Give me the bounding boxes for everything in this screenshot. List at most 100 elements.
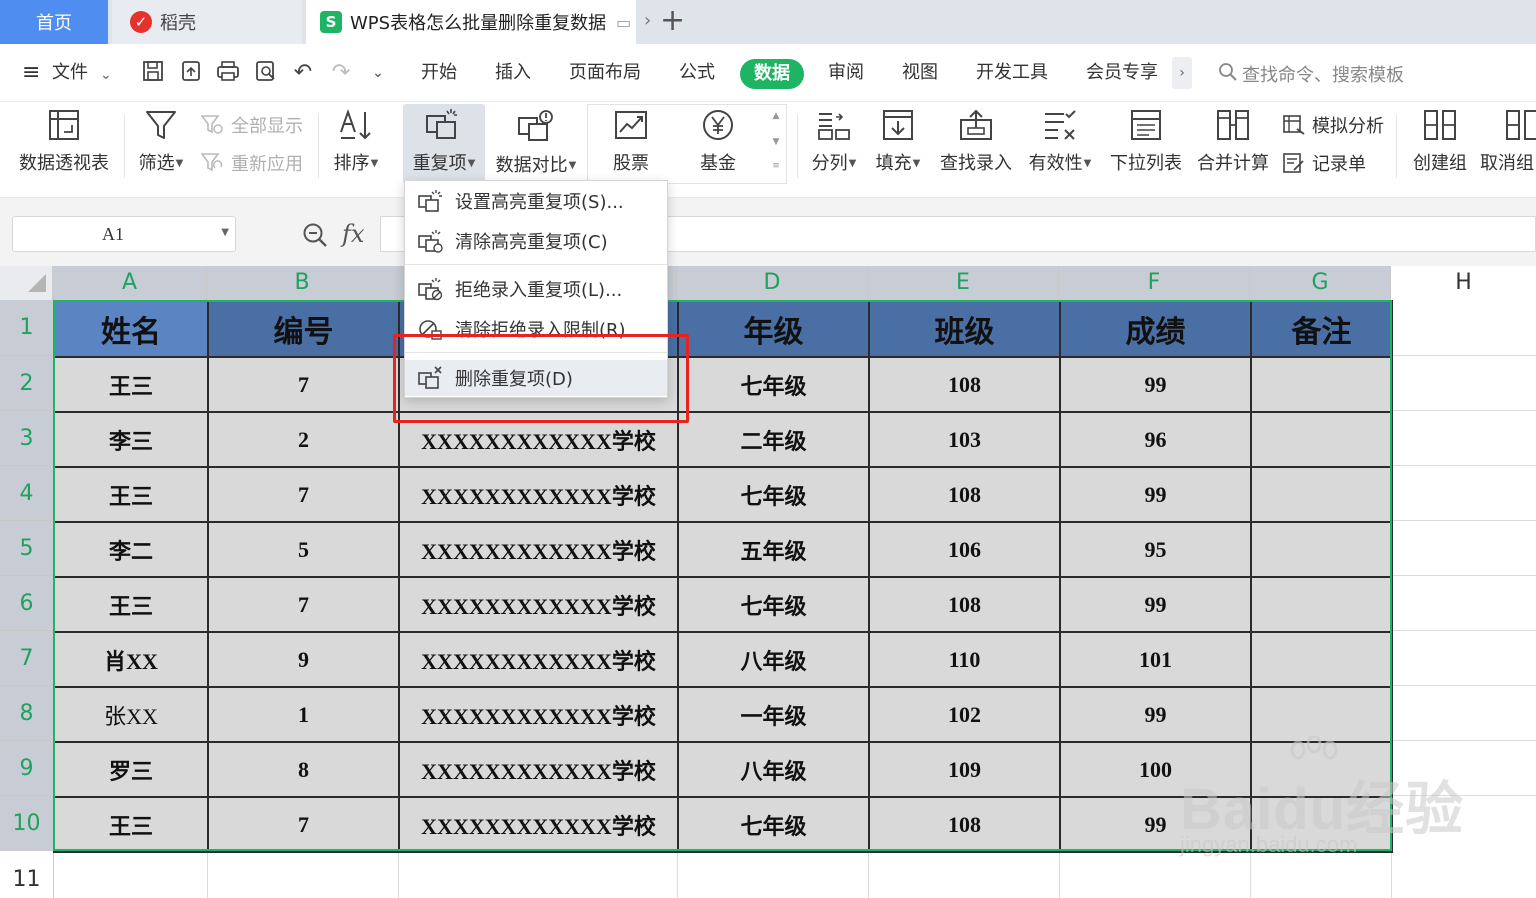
table-header-cell[interactable]: 姓名 (53, 300, 209, 358)
column-header-h[interactable]: H (1391, 266, 1536, 300)
table-cell[interactable]: 108 (868, 576, 1061, 633)
row-header-3[interactable]: 3 (0, 411, 53, 466)
table-cell[interactable]: 108 (868, 466, 1061, 523)
menu-tab-formulas[interactable]: 公式 (679, 60, 715, 86)
new-tab-button[interactable]: + (660, 4, 685, 38)
print-preview-icon[interactable] (253, 60, 279, 86)
table-cell[interactable]: 5 (207, 521, 400, 578)
name-box[interactable]: A1 ▼ (12, 216, 236, 252)
table-cell[interactable]: 李三 (53, 411, 209, 468)
tab-home[interactable]: 首页 (0, 0, 108, 44)
gallery-expand-icon[interactable]: ≡ (766, 161, 786, 171)
table-cell[interactable]: 95 (1059, 521, 1252, 578)
table-cell[interactable]: 七年级 (677, 796, 870, 853)
row-header-5[interactable]: 5 (0, 521, 53, 576)
menu-tab-developer[interactable]: 开发工具 (976, 60, 1048, 86)
table-cell[interactable]: XXXXXXXXXXXX学校 (398, 411, 679, 468)
table-cell[interactable]: 102 (868, 686, 1061, 743)
table-cell[interactable]: 99 (1059, 686, 1252, 743)
lookup-entry-button[interactable]: 查找录入 (938, 106, 1014, 186)
table-cell[interactable]: 109 (868, 741, 1061, 798)
gallery-up-icon[interactable]: ▲ (766, 111, 786, 121)
table-cell[interactable]: 7 (207, 466, 400, 523)
table-cell[interactable]: 101 (1059, 631, 1252, 688)
monitor-icon[interactable]: ▭ (616, 13, 631, 32)
row-header-4[interactable]: 4 (0, 466, 53, 521)
whatif-analysis-button[interactable]: 模拟分析 (1282, 112, 1384, 138)
pivot-table-button[interactable]: 数据透视表 (14, 106, 114, 186)
tab-scroll-right-icon[interactable]: › (644, 10, 651, 31)
table-cell[interactable]: 99 (1059, 356, 1252, 413)
table-header-cell[interactable]: 备注 (1250, 300, 1393, 358)
table-cell[interactable]: XXXXXXXXXXXX学校 (398, 466, 679, 523)
create-group-button[interactable]: 创建组 (1406, 106, 1474, 186)
fund-button[interactable]: 基金 (690, 106, 746, 186)
table-cell[interactable]: XXXXXXXXXXXX学校 (398, 686, 679, 743)
sort-button[interactable]: 排序▼ (330, 106, 382, 186)
table-cell[interactable]: 2 (207, 411, 400, 468)
column-header-e[interactable]: E (868, 266, 1059, 300)
row-header-7[interactable]: 7 (0, 631, 53, 686)
table-cell[interactable]: 99 (1059, 796, 1252, 853)
table-cell[interactable]: XXXXXXXXXXXX学校 (398, 576, 679, 633)
record-form-button[interactable]: 记录单 (1282, 150, 1366, 176)
gallery-down-icon[interactable]: ▼ (766, 137, 786, 147)
menu-item-clear-reject-limit[interactable]: 清除拒绝录入限制(R) (405, 311, 667, 347)
menu-item-reject-duplicates[interactable]: 拒绝录入重复项(L)... (405, 271, 667, 307)
table-cell[interactable]: 106 (868, 521, 1061, 578)
export-icon[interactable] (178, 60, 204, 86)
table-cell[interactable]: 99 (1059, 576, 1252, 633)
tab-document[interactable]: S WPS表格怎么批量删除重复数据 ▭ (306, 0, 636, 44)
table-cell[interactable] (1250, 686, 1393, 743)
menu-tab-view[interactable]: 视图 (902, 60, 938, 86)
table-cell[interactable]: XXXXXXXXXXXX学校 (398, 521, 679, 578)
table-cell[interactable]: 100 (1059, 741, 1252, 798)
table-cell[interactable]: 王三 (53, 576, 209, 633)
table-cell[interactable]: 王三 (53, 796, 209, 853)
text-to-columns-button[interactable]: 分列▼ (806, 106, 862, 186)
row-header-11[interactable]: 11 (0, 851, 53, 898)
duplicates-button[interactable]: 重复项▼ (403, 104, 485, 184)
menu-tab-member[interactable]: 会员专享 (1086, 60, 1158, 86)
row-header-2[interactable]: 2 (0, 356, 53, 411)
table-cell[interactable] (1250, 576, 1393, 633)
undo-icon[interactable]: ↶ (290, 60, 316, 86)
table-cell[interactable]: 七年级 (677, 356, 870, 413)
row-header-8[interactable]: 8 (0, 686, 53, 741)
table-cell[interactable]: 五年级 (677, 521, 870, 578)
insert-function-button[interactable]: fx (342, 220, 364, 248)
stock-button[interactable]: 股票 (600, 106, 662, 186)
row-header-1[interactable]: 1 (0, 300, 53, 356)
table-cell[interactable]: 八年级 (677, 631, 870, 688)
table-cell[interactable] (1250, 796, 1393, 853)
table-cell[interactable]: 七年级 (677, 576, 870, 633)
table-header-cell[interactable]: 成绩 (1059, 300, 1252, 358)
column-header-b[interactable]: B (207, 266, 398, 300)
dropdown-list-button[interactable]: 下拉列表 (1108, 106, 1184, 186)
reapply-button[interactable]: 重新应用 (201, 150, 303, 176)
table-cell[interactable] (1250, 521, 1393, 578)
table-cell[interactable] (1250, 631, 1393, 688)
table-cell[interactable]: 103 (868, 411, 1061, 468)
select-all-button[interactable] (0, 266, 53, 300)
chevron-down-icon[interactable]: ⌄ (100, 63, 112, 87)
table-cell[interactable] (1250, 356, 1393, 413)
table-cell[interactable]: 李二 (53, 521, 209, 578)
ungroup-button[interactable]: 取消组 (1480, 106, 1536, 186)
table-cell[interactable] (1250, 466, 1393, 523)
table-cell[interactable]: 9 (207, 631, 400, 688)
table-header-cell[interactable]: 编号 (207, 300, 400, 358)
table-cell[interactable]: XXXXXXXXXXXX学校 (398, 741, 679, 798)
table-cell[interactable]: 7 (207, 356, 400, 413)
menu-tab-insert[interactable]: 插入 (495, 60, 531, 86)
customize-quick-access-icon[interactable]: ⌄ (365, 60, 391, 86)
menu-tab-data[interactable]: 数据 (740, 59, 804, 89)
validity-button[interactable]: 有效性▼ (1024, 106, 1096, 186)
show-all-button[interactable]: 全部显示 (201, 112, 303, 138)
table-cell[interactable]: 肖XX (53, 631, 209, 688)
table-header-cell[interactable]: 年级 (677, 300, 870, 358)
table-cell[interactable]: 王三 (53, 466, 209, 523)
filter-button[interactable]: 筛选▼ (133, 106, 189, 186)
table-cell[interactable]: 王三 (53, 356, 209, 413)
table-cell[interactable]: 108 (868, 796, 1061, 853)
